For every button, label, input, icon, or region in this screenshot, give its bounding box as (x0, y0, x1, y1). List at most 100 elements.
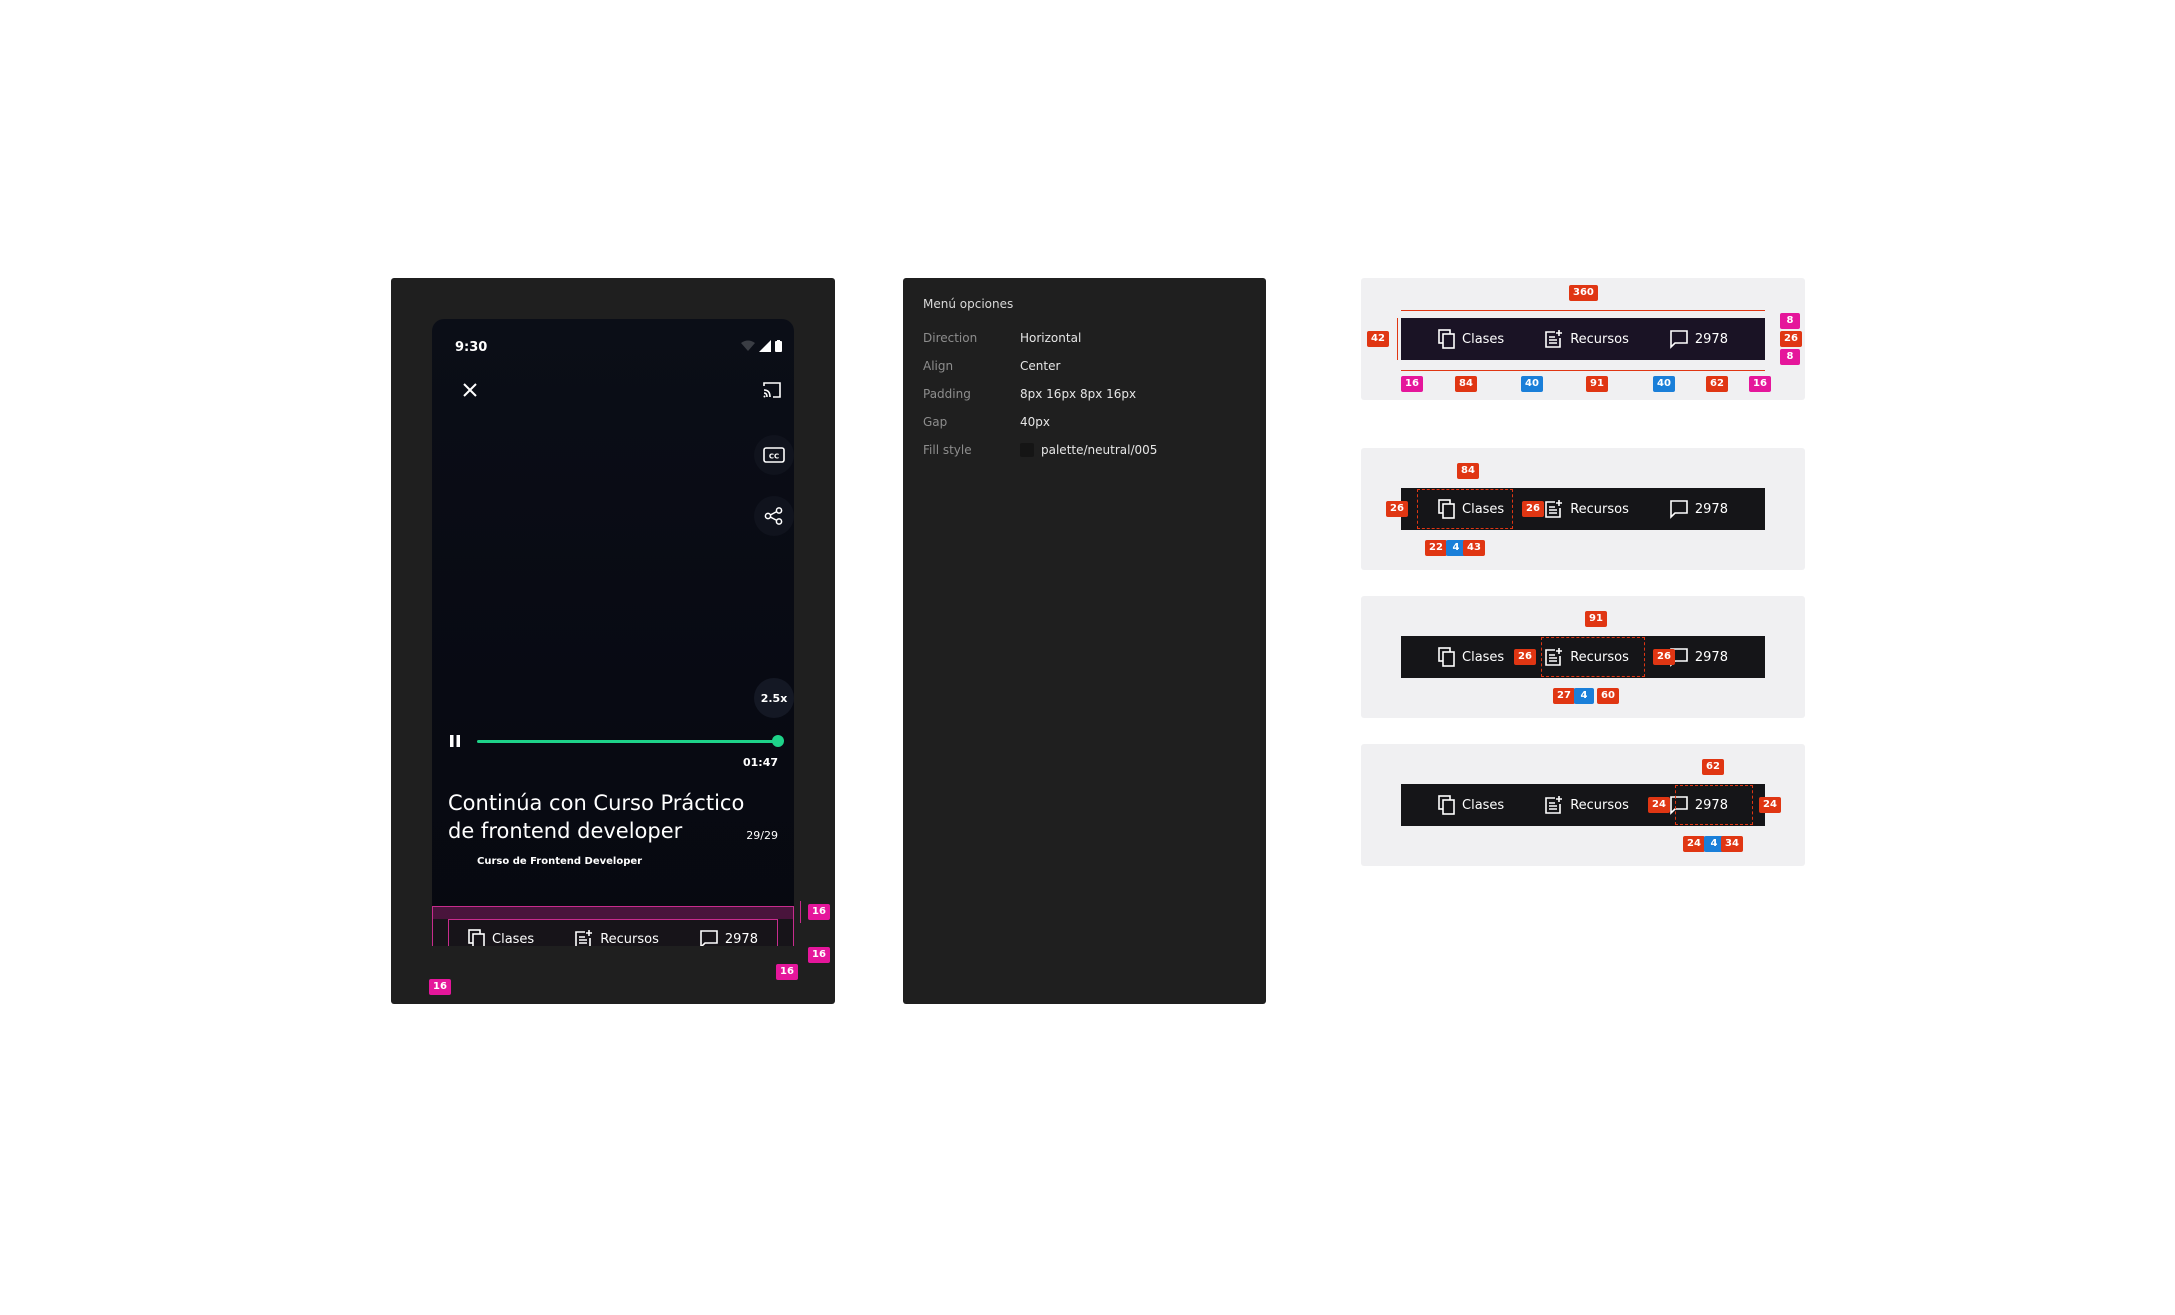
item-right-badge: 26 (1522, 501, 1544, 517)
spacing-bottom-badge: 16 (808, 947, 830, 963)
height-dimension-line (1397, 318, 1398, 360)
video-player-screen: 9:30 CC 2.5x 01:47 Continúa con Curso Pr… (432, 319, 794, 946)
gap-badge: 40 (1521, 376, 1543, 392)
segment-dimension-line (1401, 370, 1765, 371)
copy-icon (1438, 329, 1455, 349)
closed-captions-icon: CC (763, 447, 785, 463)
menu-item-recursos: Recursos (1544, 499, 1629, 519)
prop-value: Center (1020, 359, 1061, 373)
elapsed-time: 01:47 (742, 756, 778, 769)
menu-item-comments: 2978 (1669, 499, 1728, 519)
item-outline (1541, 637, 1645, 677)
item-outline (1675, 785, 1753, 825)
padding-bottom-badge: 8 (1780, 349, 1800, 365)
prop-value: 8px 16px 8px 16px (1020, 387, 1137, 401)
prop-row-align: Align Center (923, 359, 1060, 373)
icon-width-badge: 24 (1683, 836, 1705, 852)
spacing-right-badge: 16 (776, 964, 798, 980)
add-note-icon (1545, 500, 1563, 518)
item-left-badge: 26 (1514, 649, 1536, 665)
menu-item-clases: Clases (1438, 795, 1504, 815)
item-left-badge: 24 (1648, 797, 1670, 813)
progress-handle[interactable] (772, 735, 784, 747)
text-width-badge: 43 (1463, 540, 1485, 556)
menu-item-label: Recursos (1570, 501, 1629, 517)
spacing-top-badge: 16 (808, 904, 830, 920)
comment-icon (1670, 330, 1688, 349)
comment-icon (1670, 500, 1688, 519)
progress-bar[interactable] (477, 740, 780, 743)
copy-icon (1438, 795, 1455, 815)
course-name: Curso de Frontend Developer (477, 856, 643, 867)
menu-item-label: 2978 (1694, 501, 1728, 517)
item-width-badge: 84 (1455, 376, 1477, 392)
properties-title: Menú opciones (923, 297, 1014, 311)
width-badge: 360 (1569, 285, 1598, 301)
icon-width-badge: 22 (1425, 540, 1447, 556)
share-button[interactable] (754, 496, 794, 536)
icon-gap-badge: 4 (1574, 688, 1594, 704)
prop-row-direction: Direction Horizontal (923, 331, 1081, 345)
wifi-icon (741, 340, 755, 351)
menu-item-label: Recursos (1570, 331, 1629, 347)
cast-button[interactable] (752, 370, 792, 410)
padding-left-badge: 16 (1401, 376, 1423, 392)
spec-card-comments: Clases Recursos 2978 62 24 24 24 4 34 (1361, 744, 1805, 866)
height-badge: 42 (1367, 331, 1389, 347)
close-icon (463, 383, 477, 397)
add-note-icon (1545, 330, 1563, 348)
spec-card-clases: Clases Recursos 2978 84 26 26 22 4 43 (1361, 448, 1805, 570)
item-right-badge: 24 (1759, 797, 1781, 813)
item-width-badge: 62 (1702, 759, 1724, 775)
padding-top-badge: 8 (1780, 313, 1800, 329)
signal-icon (759, 340, 771, 352)
item-left-badge: 26 (1386, 501, 1408, 517)
gap-badge: 40 (1653, 376, 1675, 392)
menu-item-label: Clases (1462, 331, 1505, 347)
spacing-line (800, 901, 801, 923)
menu-item-comments: Recursos 2978 (1669, 647, 1728, 667)
captions-button[interactable]: CC (754, 435, 794, 475)
svg-text:CC: CC (769, 453, 779, 461)
playback-speed-button[interactable]: 2.5x (754, 678, 794, 718)
menu-item-clases: Clases (1438, 329, 1504, 349)
fill-style-name: palette/neutral/005 (1041, 443, 1158, 457)
prop-value: 40px (1020, 415, 1050, 429)
prop-label: Fill style (923, 443, 972, 457)
prop-label: Direction (923, 331, 978, 345)
menu-item-clases: Clases (1438, 647, 1504, 667)
spec-card-recursos: Clases Recursos Recursos 2978 91 26 26 2… (1361, 596, 1805, 718)
prop-label: Padding (923, 387, 971, 401)
menu-item-label: 2978 (1694, 331, 1728, 347)
item-right-badge: 26 (1653, 649, 1675, 665)
fill-swatch (1020, 443, 1034, 457)
battery-icon (775, 340, 782, 352)
copy-icon (1438, 647, 1455, 667)
item-width-badge: 62 (1706, 376, 1728, 392)
menu-item-comments: 2978 (1669, 329, 1728, 349)
menu-item-label: 2978 (1694, 649, 1728, 665)
pause-button[interactable] (449, 733, 461, 752)
icon-width-badge: 27 (1553, 688, 1575, 704)
item-width-badge: 91 (1585, 611, 1607, 627)
cast-icon (763, 382, 781, 398)
properties-panel: Menú opciones Direction Horizontal Align… (903, 278, 1266, 1004)
item-width-badge: 84 (1457, 463, 1479, 479)
prop-row-padding: Padding 8px 16px 8px 16px (923, 387, 1136, 401)
spec-card-overview: Clases Recursos 2978 360 42 16 84 40 91 … (1361, 278, 1805, 400)
prop-row-gap: Gap 40px (923, 415, 1050, 429)
text-width-badge: 34 (1721, 836, 1743, 852)
close-button[interactable] (450, 370, 490, 410)
menu-item-recursos: Recursos (1544, 795, 1629, 815)
class-counter: 29/29 (746, 829, 778, 842)
padding-right-badge: 16 (1749, 376, 1771, 392)
prop-value: palette/neutral/005 (1020, 443, 1157, 457)
item-width-badge: 91 (1586, 376, 1608, 392)
content-height-badge: 26 (1780, 331, 1802, 347)
status-icons (741, 340, 782, 352)
prop-label: Gap (923, 415, 948, 429)
prop-label: Align (923, 359, 954, 373)
menu-item-recursos: Recursos (1544, 329, 1629, 349)
prop-value: Horizontal (1020, 331, 1082, 345)
menu-content-outline (448, 919, 778, 946)
